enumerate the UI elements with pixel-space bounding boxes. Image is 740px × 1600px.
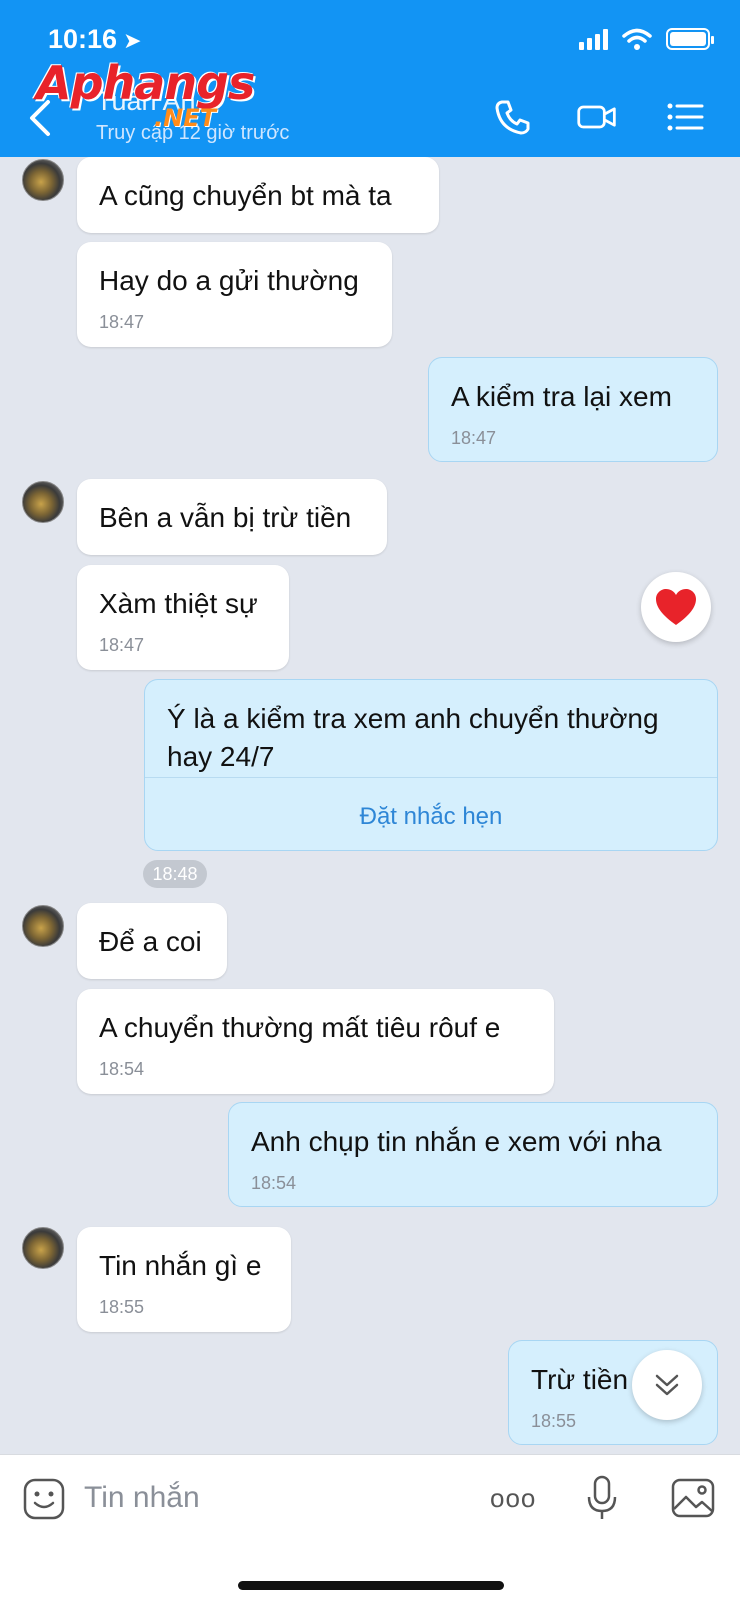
message-input-bar: ooo xyxy=(0,1454,740,1600)
message-text: Để a coi xyxy=(99,926,202,957)
heart-icon xyxy=(656,589,696,625)
chat-header: 10:16 ➤ Tuấn An Truy cập 12 giờ trước Aph… xyxy=(0,0,740,157)
status-icons xyxy=(579,28,714,50)
message-incoming[interactable]: Hay do a gửi thường 18:47 xyxy=(77,242,392,347)
menu-list-button[interactable] xyxy=(664,96,706,138)
contact-avatar[interactable] xyxy=(22,481,64,523)
status-time: 10:16 ➤ xyxy=(48,24,142,54)
time-pill: 18:48 xyxy=(143,860,207,888)
message-divider xyxy=(145,777,717,778)
message-text: Tin nhắn gì e xyxy=(99,1250,262,1281)
message-text: A cũng chuyển bt mà ta xyxy=(99,180,392,211)
message-time: 18:47 xyxy=(99,635,145,655)
contact-avatar[interactable] xyxy=(22,159,64,201)
contact-avatar[interactable] xyxy=(22,1227,64,1269)
location-arrow-icon: ➤ xyxy=(123,28,142,53)
contact-avatar[interactable] xyxy=(22,905,64,947)
double-chevron-down-icon xyxy=(655,1374,679,1396)
heart-reaction-button[interactable] xyxy=(641,572,711,642)
message-time: 18:54 xyxy=(251,1173,297,1193)
message-text: Xàm thiệt sự xyxy=(99,588,258,619)
message-incoming[interactable]: Để a coi xyxy=(77,903,227,979)
microphone-button[interactable] xyxy=(586,1475,618,1521)
video-call-button[interactable] xyxy=(576,96,618,138)
message-time: 18:54 xyxy=(99,1059,145,1079)
message-incoming[interactable]: Xàm thiệt sự 18:47 xyxy=(77,565,289,670)
home-indicator[interactable] xyxy=(238,1581,504,1590)
message-text: Bên a vẫn bị trừ tiền xyxy=(99,502,352,533)
image-gallery-button[interactable] xyxy=(670,1475,716,1521)
message-time: 18:47 xyxy=(451,428,497,448)
message-text: Ý là a kiểm tra xem anh chuyển thường ha… xyxy=(167,703,659,772)
message-incoming[interactable]: Tin nhắn gì e 18:55 xyxy=(77,1227,291,1332)
message-time: 18:47 xyxy=(99,312,145,332)
message-text: A kiểm tra lại xem xyxy=(451,381,672,412)
scroll-to-bottom-button[interactable] xyxy=(632,1350,702,1420)
wifi-icon xyxy=(622,28,652,50)
message-incoming[interactable]: Bên a vẫn bị trừ tiền xyxy=(77,479,387,555)
message-list[interactable]: A cũng chuyển bt mà ta Hay do a gửi thườ… xyxy=(0,157,740,1454)
phone-call-button[interactable] xyxy=(492,96,534,138)
message-text: Hay do a gửi thường xyxy=(99,265,359,296)
message-incoming[interactable]: A chuyển thường mất tiêu rôuf e 18:54 xyxy=(77,989,554,1094)
message-input[interactable] xyxy=(84,1473,464,1523)
message-outgoing[interactable]: Anh chụp tin nhắn e xem với nha 18:54 xyxy=(228,1102,718,1207)
message-text: A chuyển thường mất tiêu rôuf e xyxy=(99,1012,501,1043)
message-time: 18:55 xyxy=(99,1297,145,1317)
sticker-button[interactable] xyxy=(22,1475,66,1521)
message-outgoing[interactable]: Ý là a kiểm tra xem anh chuyển thường ha… xyxy=(144,679,718,851)
message-outgoing[interactable]: A kiểm tra lại xem 18:47 xyxy=(428,357,718,462)
message-incoming[interactable]: A cũng chuyển bt mà ta xyxy=(77,157,439,233)
watermark-logo: Aphangs .NET xyxy=(36,56,255,132)
set-reminder-link[interactable]: Đặt nhắc hẹn xyxy=(145,798,717,836)
message-text: Anh chụp tin nhắn e xem với nha xyxy=(251,1126,662,1157)
more-options-button[interactable]: ooo xyxy=(490,1483,540,1529)
battery-icon xyxy=(666,28,714,50)
cellular-signal-icon xyxy=(579,28,608,50)
